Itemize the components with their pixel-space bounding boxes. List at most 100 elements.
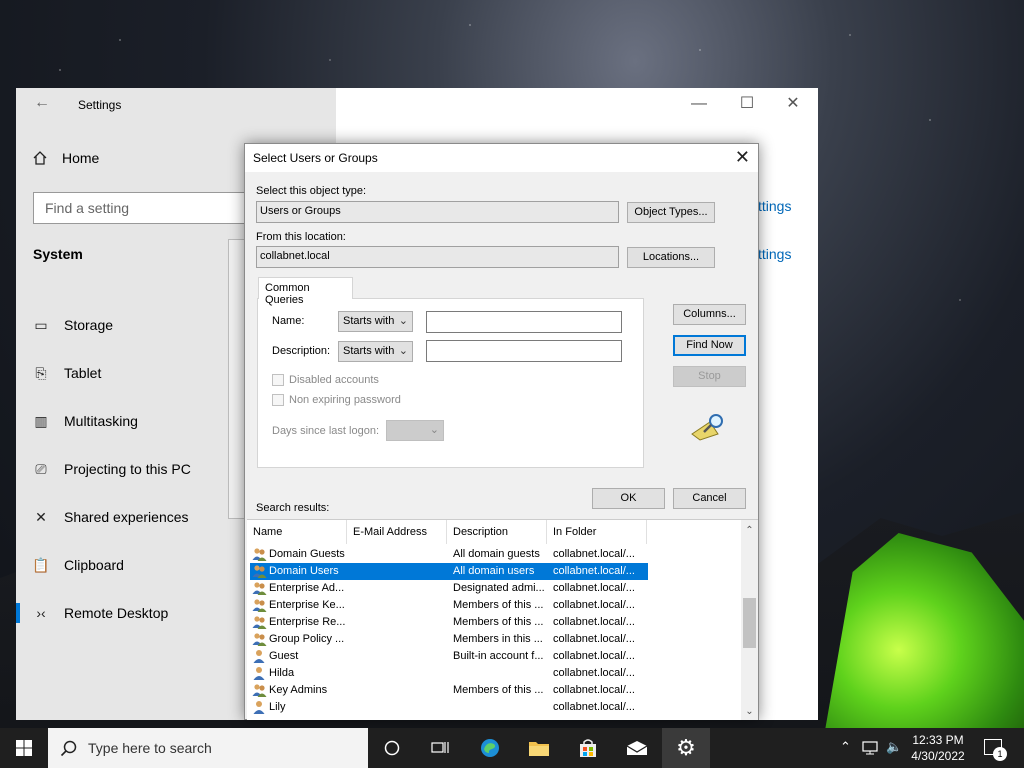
- settings-taskbar-button[interactable]: ⚙: [662, 728, 710, 768]
- cell-folder: collabnet.local/...: [553, 582, 635, 594]
- cell-description: Members of this ...: [453, 684, 544, 696]
- edge-button[interactable]: [466, 728, 514, 768]
- name-input[interactable]: [426, 311, 622, 333]
- days-since-select[interactable]: ⌄: [386, 420, 444, 441]
- cell-description: Designated admi...: [453, 582, 545, 594]
- table-row[interactable]: Group Policy ... Members in this ... colla…: [250, 631, 648, 648]
- common-queries-panel: Name: Starts with ⌄ Description: Starts …: [257, 298, 644, 468]
- cell-folder: collabnet.local/...: [553, 548, 635, 560]
- tab-common-queries[interactable]: Common Queries: [258, 277, 353, 306]
- cell-folder: collabnet.local/...: [553, 684, 635, 696]
- folder-icon: [529, 742, 549, 756]
- description-label: Description:: [272, 345, 331, 357]
- taskbar-search-box[interactable]: Type here to search: [48, 728, 368, 768]
- back-arrow-icon[interactable]: ←: [34, 94, 50, 112]
- cell-name: Guest: [269, 650, 299, 662]
- column-header-name[interactable]: Name: [247, 520, 347, 544]
- table-row[interactable]: Guest Built-in account f... collabnet.loca…: [250, 648, 648, 665]
- cell-folder: collabnet.local/...: [553, 650, 635, 662]
- object-type-label: Select this object type:: [256, 185, 367, 197]
- minimize-icon[interactable]: —: [676, 92, 722, 116]
- scroll-down-icon[interactable]: ⌄: [741, 703, 758, 720]
- column-header-folder[interactable]: In Folder: [547, 520, 647, 544]
- close-icon[interactable]: ✕: [770, 92, 816, 116]
- cortana-button[interactable]: [368, 728, 416, 768]
- cancel-button[interactable]: Cancel: [673, 488, 746, 509]
- results-scrollbar[interactable]: ⌃ ⌄: [741, 520, 758, 720]
- settings-link-2[interactable]: ttings: [758, 246, 791, 262]
- object-type-field: Users or Groups: [256, 201, 619, 223]
- active-indicator: [16, 603, 20, 623]
- clipboard-icon: 📋: [32, 556, 50, 573]
- name-mode-select[interactable]: Starts with ⌄: [338, 311, 413, 332]
- user-icon: [253, 667, 265, 680]
- table-row[interactable]: Enterprise Ke... Members of this ... colla…: [250, 597, 648, 614]
- table-row[interactable]: Key Admins Members of this ... collabnet.l…: [250, 682, 648, 699]
- name-mode-value: Starts with: [343, 315, 395, 327]
- cell-name: Key Admins: [269, 684, 328, 696]
- cell-folder: collabnet.local/...: [553, 667, 635, 679]
- search-flashlight-icon: [691, 414, 723, 441]
- nav-home[interactable]: Home: [32, 150, 99, 166]
- tray-chevron-up-icon[interactable]: ⌃: [840, 739, 851, 755]
- non-expiring-label: Non expiring password: [289, 394, 401, 406]
- store-button[interactable]: [564, 728, 612, 768]
- cell-description: Members of this ...: [453, 616, 544, 628]
- object-types-button[interactable]: Object Types...: [627, 202, 715, 223]
- scroll-thumb[interactable]: [743, 598, 756, 648]
- description-input[interactable]: [426, 340, 622, 362]
- task-view-button[interactable]: [416, 728, 464, 768]
- table-row[interactable]: Lily collabnet.local/...: [250, 699, 648, 716]
- search-results-list[interactable]: Name E-Mail Address Description In Folde…: [247, 519, 758, 720]
- user-icon: [253, 650, 265, 663]
- description-mode-value: Starts with: [343, 345, 395, 357]
- table-row[interactable]: Domain Guests All domain guests collabnet.…: [250, 546, 648, 563]
- tablet-icon: ⎘: [35, 364, 47, 381]
- edge-icon: [481, 739, 499, 757]
- taskbar-clock[interactable]: 12:33 PM 4/30/2022: [900, 732, 976, 764]
- disabled-accounts-checkbox[interactable]: Disabled accounts: [272, 374, 379, 386]
- description-mode-select[interactable]: Starts with ⌄: [338, 341, 413, 362]
- settings-link-1[interactable]: ttings: [758, 198, 791, 214]
- cell-folder: collabnet.local/...: [553, 701, 635, 713]
- file-explorer-button[interactable]: [515, 728, 563, 768]
- select-users-dialog: Select Users or Groups ✕ Select this obj…: [244, 143, 759, 720]
- remote-desktop-icon: ›‹: [36, 605, 46, 621]
- chevron-down-icon: ⌄: [429, 424, 439, 436]
- nav-item-label: Shared experiences: [64, 509, 189, 525]
- start-button[interactable]: [0, 728, 48, 768]
- gear-icon: ⚙: [676, 735, 696, 760]
- ok-button[interactable]: OK: [592, 488, 665, 509]
- table-row[interactable]: Enterprise Re... Members of this ... colla…: [250, 614, 648, 631]
- nav-item-label: Storage: [64, 317, 114, 333]
- non-expiring-checkbox[interactable]: Non expiring password: [272, 394, 401, 406]
- network-icon[interactable]: [862, 740, 880, 756]
- table-row[interactable]: Domain Users All domain users collabnet.lo…: [250, 563, 648, 580]
- user-group-icon: [252, 616, 267, 629]
- cell-name: Enterprise Re...: [269, 616, 346, 628]
- maximize-icon[interactable]: ☐: [724, 92, 770, 116]
- mail-button[interactable]: [613, 728, 661, 768]
- find-now-button[interactable]: Find Now: [673, 335, 746, 356]
- location-label: From this location:: [256, 231, 346, 243]
- cell-name: Group Policy ...: [269, 633, 345, 645]
- cell-description: Members in this ...: [453, 633, 543, 645]
- locations-button[interactable]: Locations...: [627, 247, 715, 268]
- location-field: collabnet.local: [256, 246, 619, 268]
- column-header-email[interactable]: E-Mail Address: [347, 520, 447, 544]
- scroll-up-icon[interactable]: ⌃: [741, 522, 758, 539]
- home-icon: [33, 151, 47, 165]
- dialog-close-icon[interactable]: ✕: [735, 147, 750, 168]
- user-group-icon: [252, 582, 267, 595]
- chevron-down-icon: ⌄: [398, 315, 408, 327]
- table-row[interactable]: Enterprise Ad... Designated admi... collab…: [250, 580, 648, 597]
- cell-description: All domain users: [453, 565, 535, 577]
- column-header-description[interactable]: Description: [447, 520, 547, 544]
- nav-item-label: Projecting to this PC: [64, 461, 191, 477]
- name-label: Name:: [272, 315, 305, 327]
- columns-button[interactable]: Columns...: [673, 304, 746, 325]
- store-bag-icon: [580, 739, 596, 757]
- table-row[interactable]: Hilda collabnet.local/...: [250, 665, 648, 682]
- cell-name: Domain Users: [269, 565, 339, 577]
- stop-button[interactable]: Stop: [673, 366, 746, 387]
